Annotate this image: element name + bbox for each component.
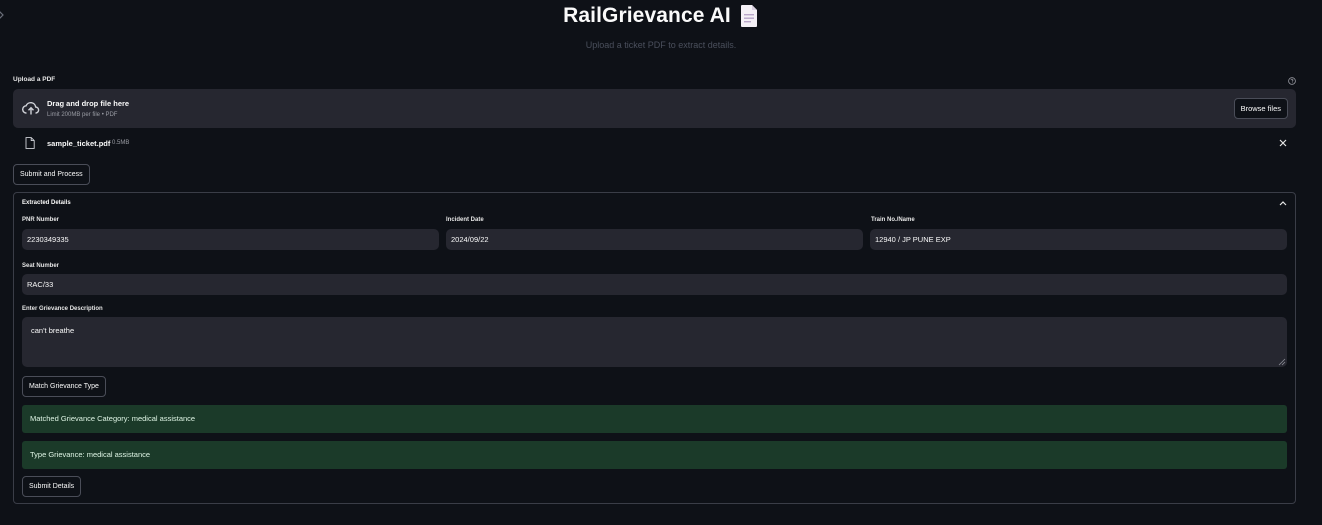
page-title: RailGrievance AI xyxy=(563,4,731,27)
file-icon xyxy=(25,137,35,149)
pnr-label: PNR Number xyxy=(22,217,60,223)
description-text: can't breathe xyxy=(31,326,75,335)
file-dropzone[interactable]: Drag and drop file here Limit 200MB per … xyxy=(13,89,1296,128)
extracted-details-expander: Extracted Details PNR Number 2230349335 … xyxy=(13,192,1296,504)
seat-label: Seat Number xyxy=(22,263,60,269)
incident-date-input[interactable]: 2024/09/22 xyxy=(446,229,863,250)
grievance-description-textarea[interactable]: can't breathe xyxy=(22,317,1287,367)
resize-handle-icon[interactable] xyxy=(1278,358,1286,366)
dropzone-limit-text: Limit 200MB per file • PDF xyxy=(47,112,118,118)
train-input[interactable]: 12940 / JP PUNE EXP xyxy=(870,229,1287,250)
incident-date-label: Incident Date xyxy=(446,217,484,223)
close-icon[interactable] xyxy=(1279,139,1287,147)
pnr-input[interactable]: 2230349335 xyxy=(22,229,439,250)
cloud-upload-icon xyxy=(22,101,40,115)
uploader-label: Upload a PDF xyxy=(13,76,56,83)
dropzone-title: Drag and drop file here xyxy=(47,99,130,108)
browse-files-button[interactable]: Browse files xyxy=(1233,98,1288,119)
submit-and-process-button[interactable]: Submit and Process xyxy=(13,164,90,185)
matched-category-alert: Matched Grievance Category: medical assi… xyxy=(22,405,1287,433)
match-grievance-type-button[interactable]: Match Grievance Type xyxy=(22,376,106,397)
description-label: Enter Grievance Description xyxy=(22,306,103,312)
uploaded-file-name: sample_ticket.pdf xyxy=(47,139,111,148)
type-grievance-alert: Type Grievance: medical assistance xyxy=(22,441,1287,469)
help-icon[interactable] xyxy=(1288,77,1296,85)
train-label: Train No./Name xyxy=(871,217,915,223)
uploaded-file-size: 0.5MB xyxy=(112,140,130,146)
submit-details-button[interactable]: Submit Details xyxy=(22,476,82,497)
chevron-up-icon[interactable] xyxy=(1279,200,1287,206)
document-emoji-icon xyxy=(740,5,757,27)
seat-input[interactable]: RAC/33 xyxy=(22,274,1287,295)
expander-title[interactable]: Extracted Details xyxy=(22,200,71,206)
uploaded-file-row: sample_ticket.pdf 0.5MB xyxy=(13,136,1296,152)
header: RailGrievance AI xyxy=(0,4,1322,28)
page-subtitle: Upload a ticket PDF to extract details. xyxy=(585,40,737,50)
